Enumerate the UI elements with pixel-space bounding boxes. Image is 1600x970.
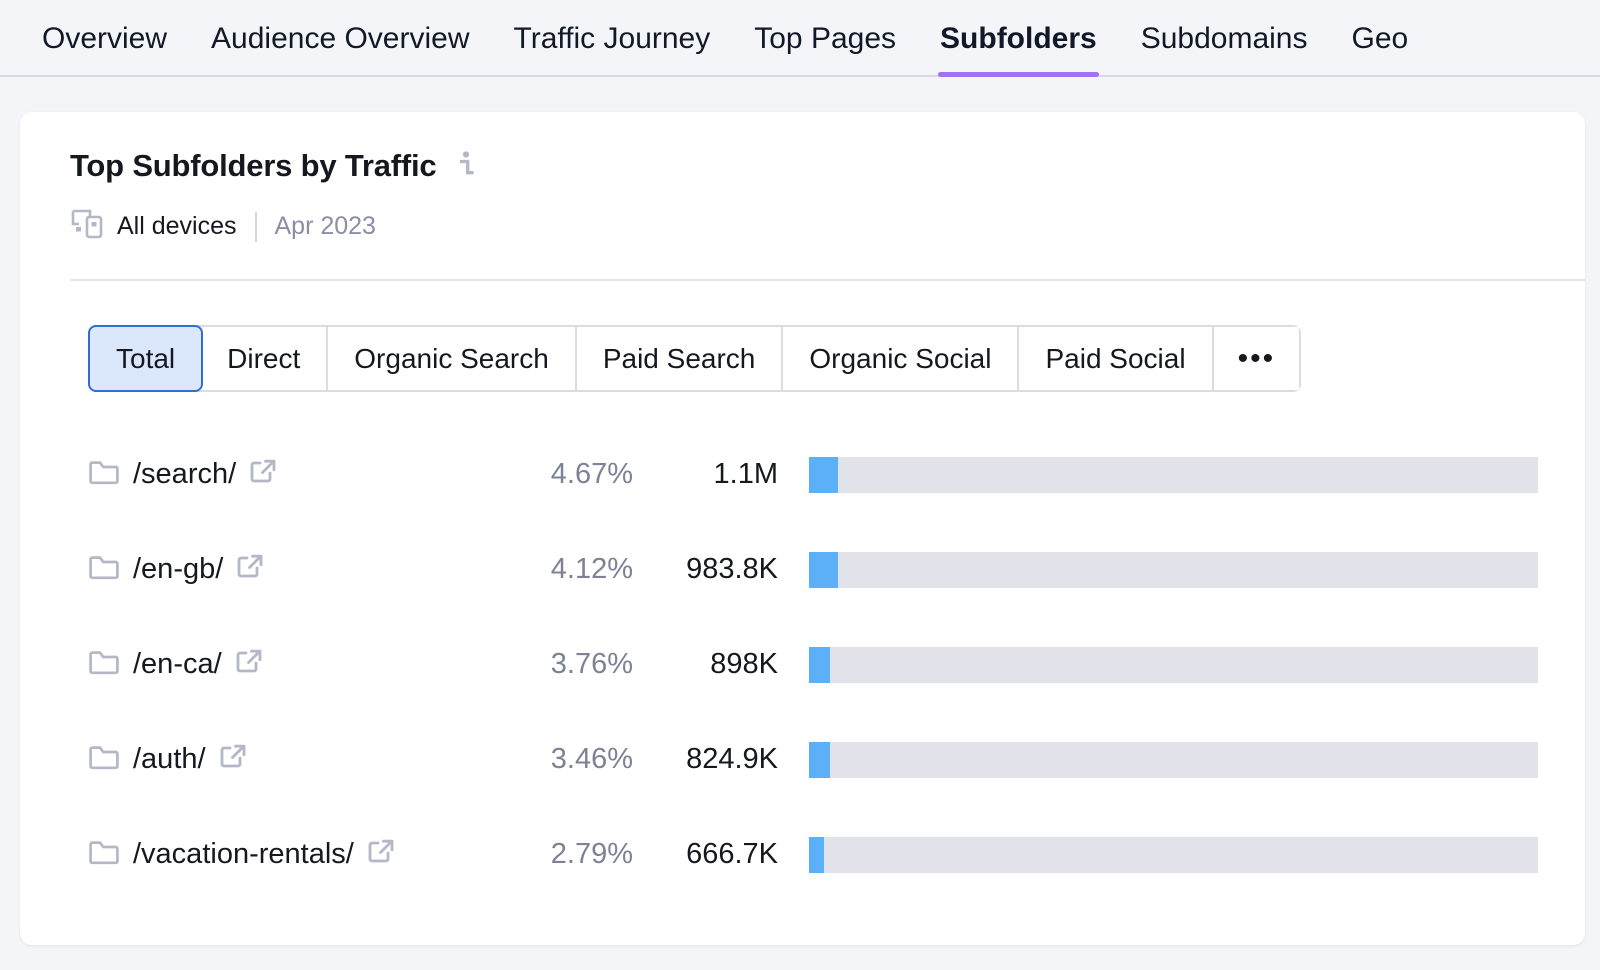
traffic-value: 898K — [710, 648, 778, 680]
card-title-row: Top Subfolders by Traffic — [70, 148, 1585, 184]
external-link-icon[interactable] — [366, 837, 396, 872]
bar-track — [809, 646, 1538, 683]
table-row[interactable]: /auth/ 3.46% 824.9K — [20, 712, 1585, 807]
tab-audience-overview[interactable]: Audience Overview — [189, 0, 491, 77]
filter-paid-search[interactable]: Paid Search — [576, 327, 784, 390]
external-link-icon[interactable] — [248, 457, 278, 492]
section-tabbar: Overview Audience Overview Traffic Journ… — [0, 0, 1600, 77]
subfolder-name-cell: /search/ — [88, 457, 488, 492]
bar-fill — [809, 456, 838, 493]
subfolder-name-cell: /en-ca/ — [88, 647, 488, 682]
filter-label: Total — [116, 342, 176, 374]
filter-organic-search[interactable]: Organic Search — [328, 327, 577, 390]
devices-label: All devices — [117, 212, 237, 240]
table-row[interactable]: /vacation-rentals/ 2.79% 666.7K — [20, 807, 1585, 902]
traffic-percent: 3.76% — [550, 648, 633, 680]
bar-track — [809, 741, 1538, 778]
filter-label: Paid Search — [602, 342, 756, 374]
tab-label: Overview — [42, 21, 168, 55]
bar-fill — [809, 741, 831, 778]
external-link-icon[interactable] — [235, 552, 265, 587]
card-subtitle: All devices Apr 2023 — [70, 206, 1585, 247]
table-row[interactable]: /en-ca/ 3.76% 898K — [20, 617, 1585, 712]
bar-track — [809, 551, 1538, 588]
tab-geo[interactable]: Geo — [1330, 0, 1431, 77]
tab-traffic-journey[interactable]: Traffic Journey — [492, 0, 733, 77]
traffic-value: 1.1M — [713, 458, 778, 490]
filter-label: Organic Search — [354, 342, 549, 374]
bar-fill — [809, 551, 838, 588]
card-header: Top Subfolders by Traffic All devices Ap… — [20, 112, 1585, 281]
filter-label: Direct — [227, 342, 301, 374]
external-link-icon[interactable] — [234, 647, 264, 682]
filter-direct[interactable]: Direct — [201, 327, 329, 390]
bar-track — [809, 836, 1538, 873]
filter-paid-social[interactable]: Paid Social — [1019, 327, 1214, 390]
tab-top-pages[interactable]: Top Pages — [732, 0, 918, 77]
subtitle-separator — [254, 211, 257, 242]
traffic-value: 666.7K — [686, 838, 778, 870]
subfolders-list: /search/ 4.67% 1.1M /en-gb/ 4.12% 983.8K… — [20, 392, 1585, 902]
tab-label: Subfolders — [940, 21, 1097, 55]
subfolder-name-cell: /auth/ — [88, 742, 488, 777]
folder-icon — [88, 458, 120, 491]
filter-label: Organic Social — [809, 342, 992, 374]
top-subfolders-card: Top Subfolders by Traffic All devices Ap… — [20, 112, 1585, 945]
folder-icon — [88, 553, 120, 586]
subfolder-path[interactable]: /en-gb/ — [133, 553, 223, 586]
devices-icon — [70, 206, 104, 247]
tab-label: Geo — [1351, 21, 1409, 55]
subfolder-name-cell: /en-gb/ — [88, 552, 488, 587]
bar-fill — [809, 836, 824, 873]
period-label: Apr 2023 — [274, 212, 376, 240]
subfolder-path[interactable]: /search/ — [133, 458, 236, 491]
filter-label: Paid Social — [1045, 342, 1186, 374]
segmented-control: Total Direct Organic Search Paid Search … — [88, 325, 1302, 392]
folder-icon — [88, 648, 120, 681]
tab-subdomains[interactable]: Subdomains — [1119, 0, 1330, 77]
folder-icon — [88, 838, 120, 871]
page-title: Top Subfolders by Traffic — [70, 148, 437, 183]
bar-fill — [809, 646, 831, 683]
filter-more-button[interactable]: ••• — [1213, 327, 1300, 390]
subfolder-path[interactable]: /en-ca/ — [133, 648, 222, 681]
tab-subfolders[interactable]: Subfolders — [918, 0, 1119, 77]
info-icon[interactable] — [454, 149, 478, 184]
table-row[interactable]: /search/ 4.67% 1.1M — [20, 427, 1585, 522]
tab-label: Top Pages — [754, 21, 897, 55]
traffic-percent: 4.12% — [550, 553, 633, 585]
traffic-percent: 4.67% — [550, 458, 633, 490]
tab-label: Audience Overview — [211, 21, 470, 55]
subfolder-path[interactable]: /vacation-rentals/ — [133, 838, 354, 871]
table-row[interactable]: /en-gb/ 4.12% 983.8K — [20, 522, 1585, 617]
filter-total[interactable]: Total — [88, 325, 204, 392]
more-ellipsis-icon: ••• — [1237, 341, 1276, 375]
tab-overview[interactable]: Overview — [20, 0, 189, 77]
folder-icon — [88, 743, 120, 776]
subfolder-path[interactable]: /auth/ — [133, 743, 206, 776]
tab-label: Subdomains — [1140, 21, 1308, 55]
traffic-value: 824.9K — [686, 743, 778, 775]
filter-organic-social[interactable]: Organic Social — [783, 327, 1020, 390]
bar-track — [809, 456, 1538, 493]
external-link-icon[interactable] — [218, 742, 248, 777]
subfolder-name-cell: /vacation-rentals/ — [88, 837, 488, 872]
tab-label: Traffic Journey — [513, 21, 711, 55]
traffic-value: 983.8K — [686, 553, 778, 585]
channel-filter-group: Total Direct Organic Search Paid Search … — [20, 281, 1585, 392]
traffic-percent: 2.79% — [550, 838, 633, 870]
traffic-percent: 3.46% — [550, 743, 633, 775]
